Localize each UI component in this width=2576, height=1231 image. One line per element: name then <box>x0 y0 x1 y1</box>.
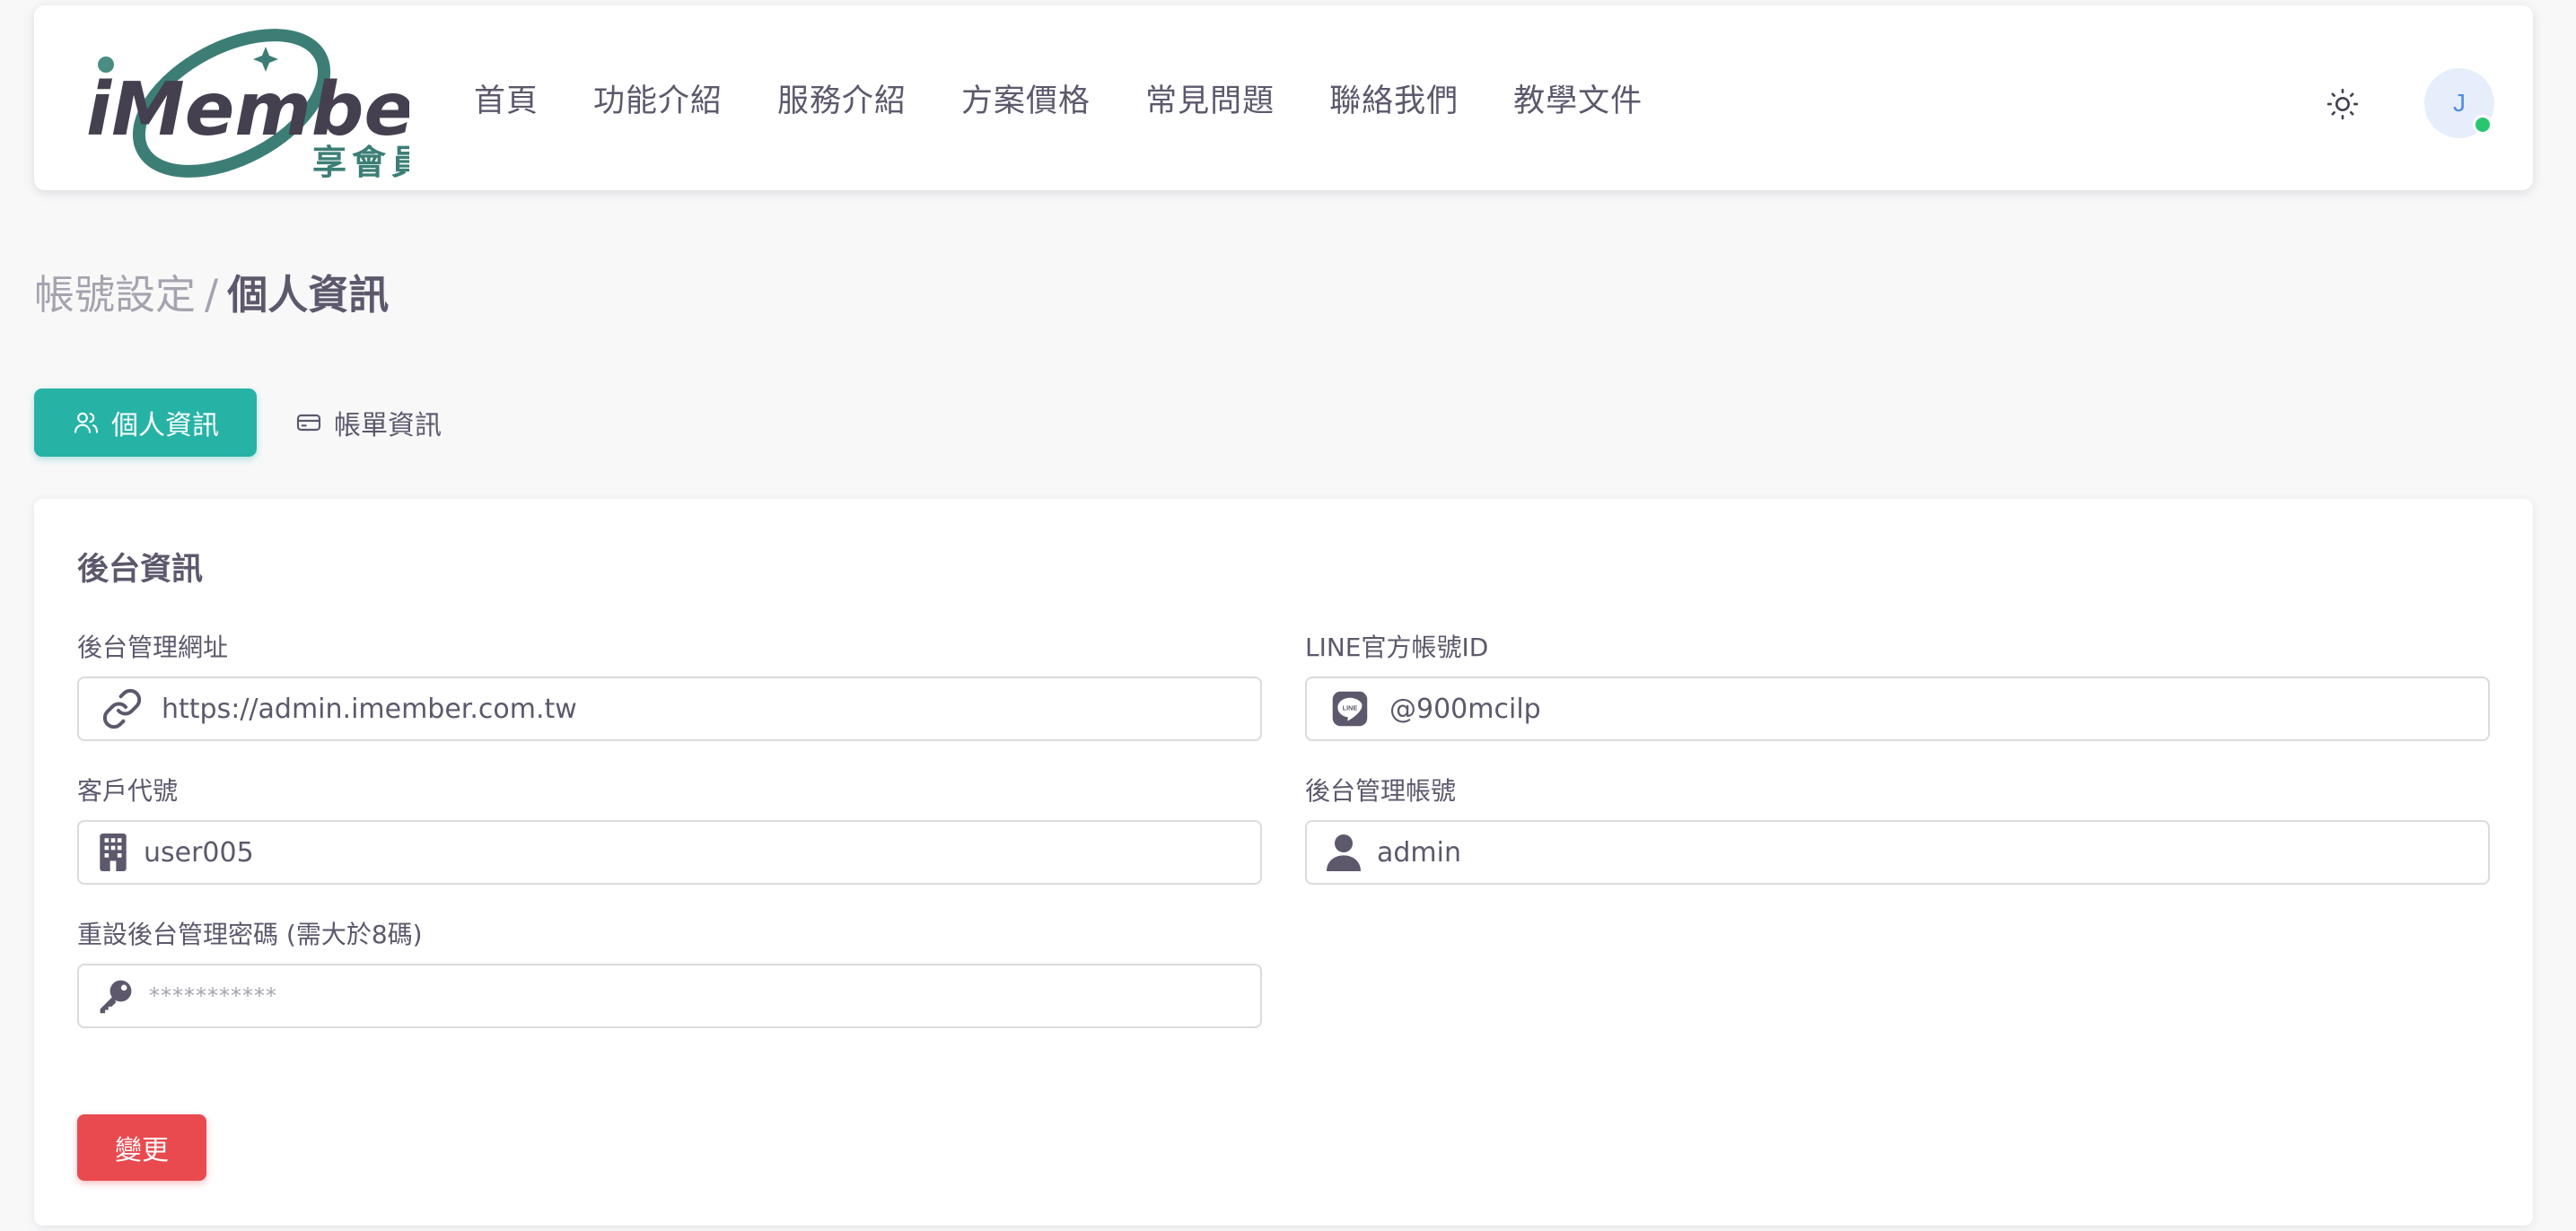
admin-account-field: 後台管理帳號 admin <box>1305 773 2490 885</box>
imember-logo-icon: iMember 享會員 <box>86 29 409 179</box>
tab-billing[interactable]: 帳單資訊 <box>294 389 442 457</box>
line-id-value: @900mcilp <box>1389 693 1541 725</box>
line-id-field: LINE官方帳號ID LINE @900mcilp <box>1305 630 2490 741</box>
nav-item-pricing[interactable]: 方案價格 <box>961 75 1091 121</box>
tab-profile-label: 個人資訊 <box>111 410 219 441</box>
online-status-dot <box>2473 115 2493 135</box>
reset-password-placeholder: *********** <box>149 983 277 1008</box>
key-icon <box>95 964 136 1028</box>
submit-change-button[interactable]: 變更 <box>77 1114 206 1181</box>
breadcrumb-parent[interactable]: 帳號設定 <box>34 271 196 319</box>
link-icon <box>95 677 149 741</box>
brand-logo[interactable]: iMember 享會員 <box>86 27 409 179</box>
top-navbar: iMember 享會員 首頁 功能介紹 服務介紹 方案價格 常見問題 聯絡我們 … <box>34 5 2533 190</box>
customer-code-value: user005 <box>144 836 254 869</box>
page-title: 個人資訊 <box>227 271 390 319</box>
svg-text:LINE: LINE <box>1343 703 1358 712</box>
logo-wordmark: iMember <box>86 67 409 153</box>
reset-password-input[interactable]: *********** <box>77 964 1262 1028</box>
tab-billing-label: 帳單資訊 <box>334 410 442 441</box>
main-menu: 首頁 功能介紹 服務介紹 方案價格 常見問題 聯絡我們 教學文件 <box>474 5 1643 190</box>
user-avatar[interactable]: J <box>2424 68 2494 138</box>
avatar-initial: J <box>2453 89 2466 117</box>
admin-url-label: 後台管理網址 <box>77 633 229 662</box>
nav-item-services[interactable]: 服務介紹 <box>777 75 907 121</box>
users-icon <box>74 412 99 433</box>
admin-account-input[interactable]: admin <box>1305 820 2490 885</box>
sun-icon <box>2326 88 2359 120</box>
nav-item-contact[interactable]: 聯絡我們 <box>1329 75 1459 121</box>
line-icon: LINE <box>1323 677 1377 741</box>
admin-account-value: admin <box>1377 836 1461 869</box>
reset-password-field: 重設後台管理密碼 (需大於8碼) *********** <box>77 917 1262 1028</box>
admin-account-label: 後台管理帳號 <box>1305 776 1457 806</box>
line-id-label: LINE官方帳號ID <box>1305 633 1489 662</box>
user-icon <box>1323 820 1364 885</box>
building-icon <box>95 820 131 885</box>
logo-subtext: 享會員 <box>312 143 409 179</box>
breadcrumb-separator: / <box>205 271 219 319</box>
nav-item-features[interactable]: 功能介紹 <box>593 75 723 121</box>
customer-code-field: 客戶代號 user005 <box>77 773 1262 885</box>
theme-toggle-button[interactable] <box>2325 86 2361 122</box>
nav-item-home[interactable]: 首頁 <box>474 75 539 121</box>
nav-item-faq[interactable]: 常見問題 <box>1145 75 1275 121</box>
card-title: 後台資訊 <box>77 552 204 588</box>
admin-info-card: 後台資訊 後台管理網址 https://admin.imember.com.tw… <box>34 499 2533 1226</box>
credit-card-icon <box>296 414 321 432</box>
admin-url-value: https://admin.imember.com.tw <box>162 693 577 725</box>
admin-url-field: 後台管理網址 https://admin.imember.com.tw <box>77 630 1262 741</box>
admin-url-input[interactable]: https://admin.imember.com.tw <box>77 677 1262 741</box>
breadcrumb: 帳號設定 / 個人資訊 <box>34 262 389 320</box>
reset-password-label: 重設後台管理密碼 (需大於8碼) <box>77 920 423 949</box>
nav-item-docs[interactable]: 教學文件 <box>1513 75 1643 121</box>
customer-code-label: 客戶代號 <box>77 776 179 806</box>
tab-profile[interactable]: 個人資訊 <box>34 389 257 457</box>
customer-code-input[interactable]: user005 <box>77 820 1262 885</box>
line-id-input[interactable]: LINE @900mcilp <box>1305 677 2490 741</box>
